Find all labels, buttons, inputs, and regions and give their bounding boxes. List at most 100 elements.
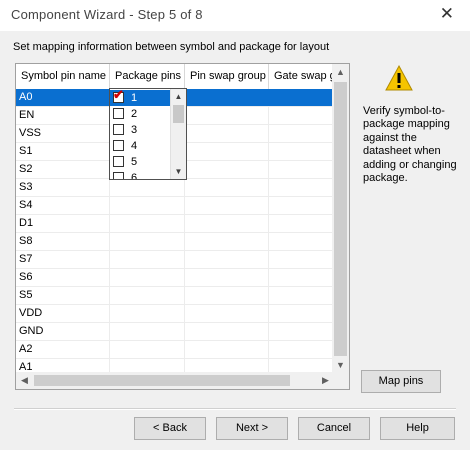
vertical-scroll-thumb[interactable] (334, 82, 347, 356)
next-button[interactable]: Next > (216, 417, 288, 440)
checkbox[interactable] (113, 140, 124, 151)
pin-swap-group-cell[interactable] (185, 197, 269, 214)
checkbox[interactable]: ✔ (113, 89, 124, 103)
chevron-up-icon[interactable]: ▲ (171, 89, 186, 104)
pin-swap-group-cell[interactable] (185, 179, 269, 196)
pin-swap-group-cell[interactable] (185, 161, 269, 178)
column-header-gate-swap-group[interactable]: Gate swap g (269, 64, 334, 89)
symbol-pin-name-cell[interactable]: S3 (16, 179, 110, 196)
symbol-pin-name-cell[interactable]: EN (16, 107, 110, 124)
symbol-pin-name-cell[interactable]: D1 (16, 215, 110, 232)
scroll-left-icon[interactable]: ◀ (16, 372, 33, 389)
dropdown-scroll-thumb[interactable] (173, 105, 184, 123)
package-pins-cell[interactable] (110, 233, 185, 250)
gate-swap-group-cell[interactable] (269, 89, 334, 106)
pin-swap-group-cell[interactable] (185, 215, 269, 232)
symbol-pin-name-cell[interactable]: S4 (16, 197, 110, 214)
gate-swap-group-cell[interactable] (269, 323, 334, 340)
package-pins-cell[interactable] (110, 341, 185, 358)
package-pins-cell[interactable] (110, 197, 185, 214)
gate-swap-group-cell[interactable] (269, 161, 334, 178)
column-header-package-pins[interactable]: Package pins (110, 64, 185, 89)
symbol-pin-name-cell[interactable]: VSS (16, 125, 110, 142)
back-button[interactable]: < Back (134, 417, 206, 440)
horizontal-scrollbar[interactable]: ◀ ▶ (16, 372, 334, 389)
pin-swap-group-cell[interactable] (185, 233, 269, 250)
symbol-pin-name-cell[interactable]: S1 (16, 143, 110, 160)
checkbox[interactable] (113, 156, 124, 167)
vertical-scrollbar[interactable]: ▲ ▼ (332, 64, 349, 374)
table-row[interactable]: S7 (16, 251, 334, 269)
close-icon[interactable]: ✕ (440, 4, 454, 24)
pin-swap-group-cell[interactable] (185, 341, 269, 358)
gate-swap-group-cell[interactable] (269, 197, 334, 214)
package-pin-option[interactable]: 3 (113, 122, 137, 138)
column-header-pin-swap-group[interactable]: Pin swap group (185, 64, 269, 89)
package-pins-cell[interactable] (110, 323, 185, 340)
table-row[interactable]: S6 (16, 269, 334, 287)
pin-swap-group-cell[interactable] (185, 143, 269, 160)
symbol-pin-name-cell[interactable]: S5 (16, 287, 110, 304)
package-pin-label: 1 (131, 92, 138, 104)
symbol-pin-name-cell[interactable]: A2 (16, 341, 110, 358)
checkbox[interactable] (113, 124, 124, 135)
symbol-pin-name-cell[interactable]: VDD (16, 305, 110, 322)
symbol-pin-name-cell[interactable]: GND (16, 323, 110, 340)
pin-swap-group-cell[interactable] (185, 287, 269, 304)
pin-swap-group-cell[interactable] (185, 269, 269, 286)
package-pins-cell[interactable] (110, 305, 185, 322)
package-pin-option[interactable]: ✔ 1 (110, 89, 170, 106)
symbol-pin-name-cell[interactable]: S2 (16, 161, 110, 178)
symbol-pin-name-cell[interactable]: S7 (16, 251, 110, 268)
gate-swap-group-cell[interactable] (269, 305, 334, 322)
checkbox[interactable] (113, 108, 124, 119)
table-row[interactable]: S3 (16, 179, 334, 197)
gate-swap-group-cell[interactable] (269, 269, 334, 286)
scroll-up-icon[interactable]: ▲ (332, 64, 349, 81)
symbol-pin-name-cell[interactable]: S8 (16, 233, 110, 250)
table-row[interactable]: VDD (16, 305, 334, 323)
pin-swap-group-cell[interactable] (185, 305, 269, 322)
gate-swap-group-cell[interactable] (269, 107, 334, 124)
gate-swap-group-cell[interactable] (269, 215, 334, 232)
package-pins-dropdown[interactable]: ▲ ▼ ✔ 1 2 3 4 5 6 (109, 88, 187, 180)
gate-swap-group-cell[interactable] (269, 179, 334, 196)
pin-swap-group-cell[interactable] (185, 251, 269, 268)
dropdown-scrollbar[interactable]: ▲ ▼ (170, 89, 186, 179)
package-pin-option[interactable]: 5 (113, 154, 137, 170)
package-pins-cell[interactable] (110, 287, 185, 304)
help-button[interactable]: Help (380, 417, 455, 440)
package-pin-option[interactable]: 4 (113, 138, 137, 154)
checkbox[interactable] (113, 172, 124, 179)
pin-swap-group-cell[interactable] (185, 89, 269, 106)
table-row[interactable]: S8 (16, 233, 334, 251)
gate-swap-group-cell[interactable] (269, 287, 334, 304)
map-pins-button[interactable]: Map pins (361, 370, 441, 393)
package-pin-option[interactable]: 6 (113, 170, 137, 179)
gate-swap-group-cell[interactable] (269, 125, 334, 142)
gate-swap-group-cell[interactable] (269, 233, 334, 250)
package-pins-cell[interactable] (110, 215, 185, 232)
package-pins-cell[interactable] (110, 269, 185, 286)
pin-swap-group-cell[interactable] (185, 107, 269, 124)
table-row[interactable]: A2 (16, 341, 334, 359)
package-pins-cell[interactable] (110, 179, 185, 196)
table-row[interactable]: S5 (16, 287, 334, 305)
column-header-symbol-pin[interactable]: Symbol pin name (16, 64, 110, 89)
package-pins-cell[interactable] (110, 251, 185, 268)
table-row[interactable]: GND (16, 323, 334, 341)
gate-swap-group-cell[interactable] (269, 251, 334, 268)
cancel-button[interactable]: Cancel (298, 417, 370, 440)
package-pin-option[interactable]: 2 (113, 106, 137, 122)
pin-swap-group-cell[interactable] (185, 323, 269, 340)
gate-swap-group-cell[interactable] (269, 143, 334, 160)
table-row[interactable]: D1 (16, 215, 334, 233)
symbol-pin-name-cell[interactable]: A0 (16, 89, 110, 106)
chevron-down-icon[interactable]: ▼ (171, 164, 186, 179)
grid-header: Symbol pin name Package pins Pin swap gr… (16, 64, 334, 90)
symbol-pin-name-cell[interactable]: S6 (16, 269, 110, 286)
gate-swap-group-cell[interactable] (269, 341, 334, 358)
horizontal-scroll-thumb[interactable] (34, 375, 290, 386)
pin-swap-group-cell[interactable] (185, 125, 269, 142)
table-row[interactable]: S4 (16, 197, 334, 215)
